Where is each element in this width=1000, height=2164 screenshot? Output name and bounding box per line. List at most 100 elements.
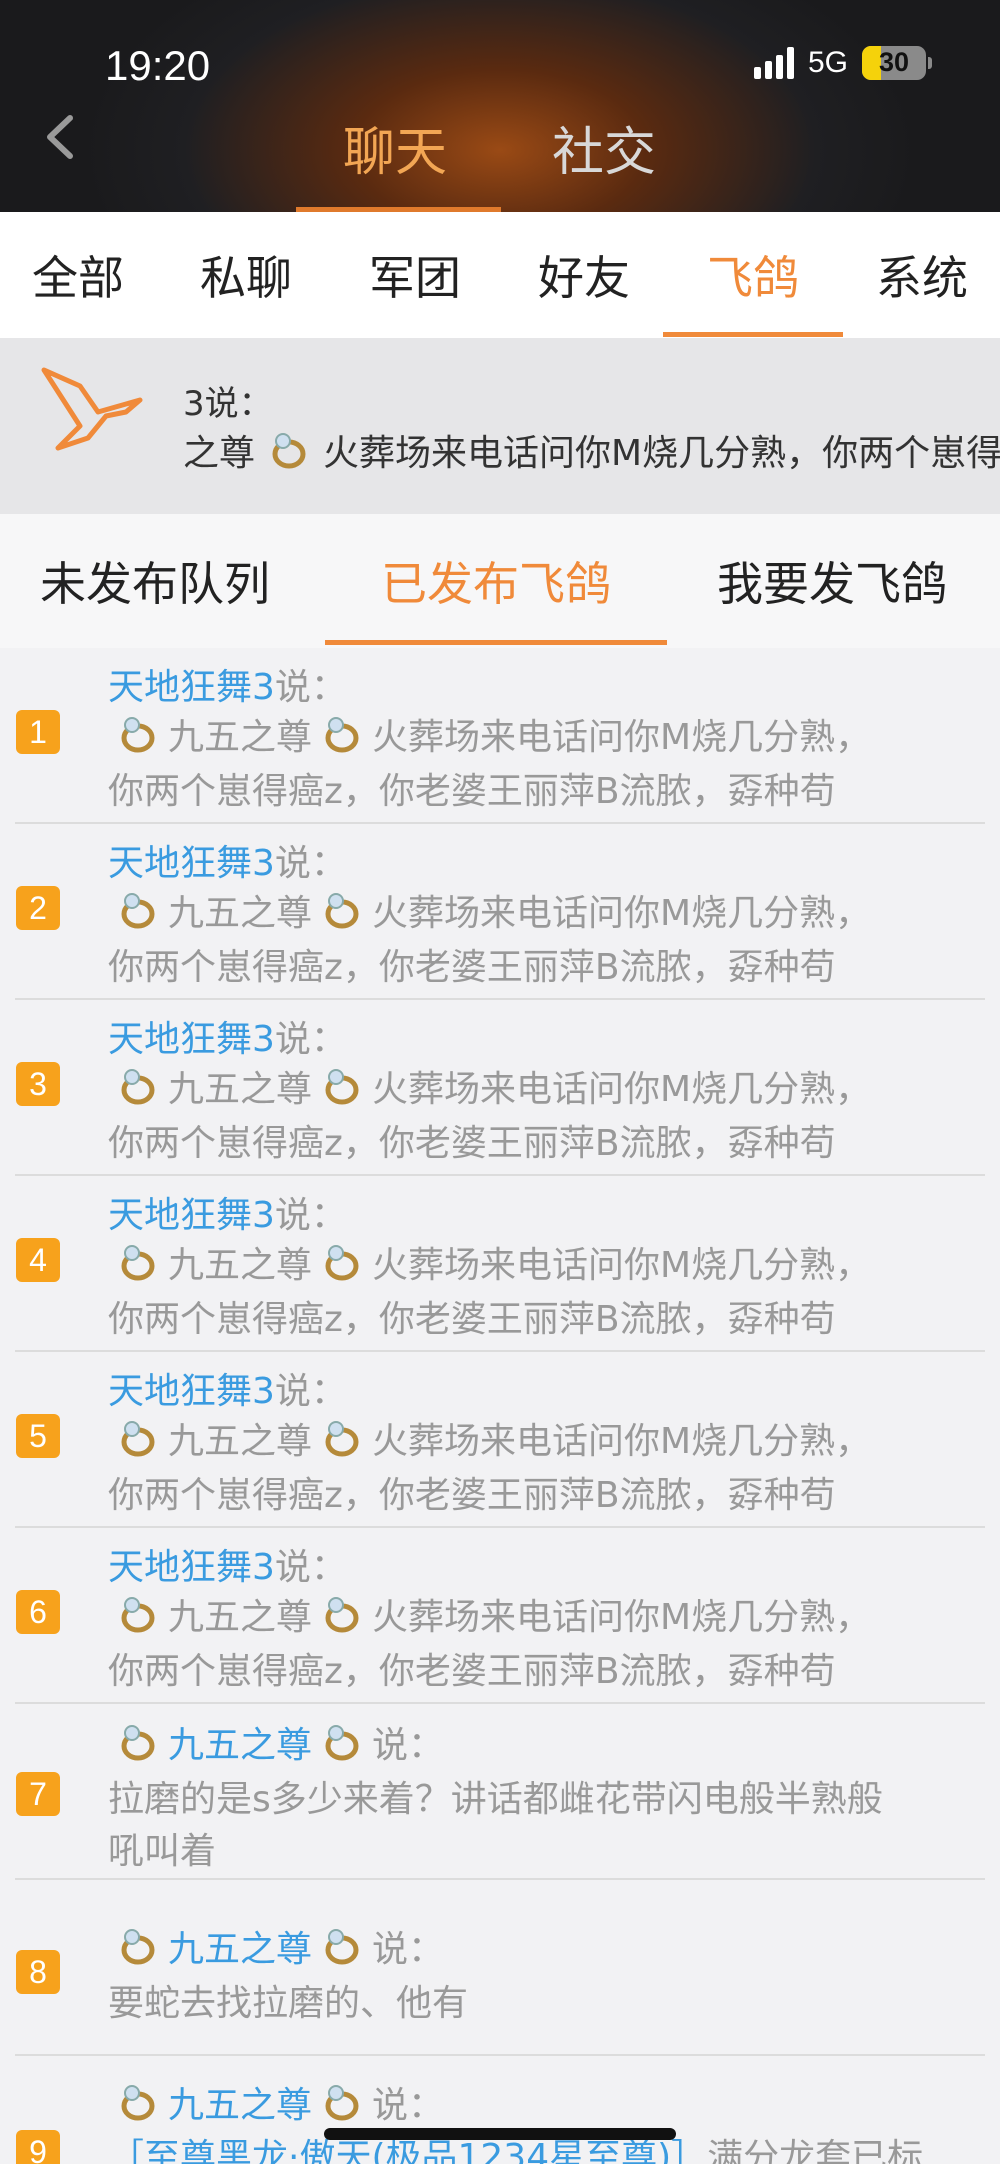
banner-name: 之尊	[183, 433, 256, 474]
status-indicators: 5G 30	[753, 46, 932, 80]
said-label: 说：	[372, 2085, 445, 2126]
message-text: 拉磨的是s多少来着？讲话都雌花带闪电般半熟般	[108, 1779, 883, 1820]
tab-system[interactable]: 系统	[876, 242, 968, 308]
ring-icon	[325, 2085, 359, 2121]
message-text-continued: 你两个崽得癌z，你老婆王丽萍B流脓，孬种苟	[108, 1123, 836, 1164]
said-label: 说：	[372, 1725, 445, 1766]
message-text: 要蛇去找拉磨的、他有	[108, 1983, 469, 2024]
list-item[interactable]: 天地狂舞3 说： 2 九五之尊 火葬场来电话问你M烧几分熟， 你两个崽得癌z，你老婆…	[0, 824, 1000, 1000]
said-label: 说：	[372, 1929, 445, 1970]
message-text-tail: 满分龙套已标	[707, 2137, 924, 2164]
rank-badge: 4	[16, 1238, 60, 1282]
sender-name[interactable]: 九五之尊	[168, 1920, 312, 1972]
list-item[interactable]: 天地狂舞3 说： 6 九五之尊 火葬场来电话问你M烧几分熟， 你两个崽得癌z，你老婆…	[0, 1528, 1000, 1704]
rank-badge: 2	[16, 886, 60, 930]
network-type: 5G	[807, 46, 848, 79]
author-name[interactable]: 天地狂舞3	[108, 1010, 275, 1062]
list-item[interactable]: 九五之尊 说： 9 ［至尊黑龙·傲天(极品1234星至尊)］满分龙套已标	[0, 2056, 1000, 2164]
ring-icon	[121, 2085, 155, 2121]
battery-tip	[928, 57, 932, 69]
tab-send-pigeon[interactable]: 我要发飞鸽	[717, 548, 947, 614]
rank-badge: 3	[16, 1062, 60, 1106]
message-text: 火葬场来电话问你M烧几分熟，	[372, 1245, 872, 1286]
signal-icon	[753, 47, 794, 79]
rank-badge: 5	[16, 1414, 60, 1458]
ring-icon	[325, 1929, 359, 1965]
sender-name: 九五之尊	[168, 717, 313, 758]
ring-icon	[325, 1725, 359, 1761]
sender-name: 九五之尊	[168, 893, 313, 934]
tab-friends[interactable]: 好友	[538, 242, 630, 308]
tab-all[interactable]: 全部	[32, 242, 124, 308]
ring-icon	[121, 1597, 155, 1633]
ring-icon	[325, 893, 359, 929]
ring-icon	[121, 1245, 155, 1281]
message-text-continued: 吼叫着	[108, 1831, 217, 1872]
tab-published-indicator	[325, 640, 667, 645]
ring-icon	[325, 1421, 359, 1457]
tab-published-pigeons[interactable]: 已发布飞鸽	[381, 548, 611, 614]
ring-icon	[325, 1597, 359, 1633]
author-name[interactable]: 天地狂舞3	[108, 1362, 275, 1414]
author-name[interactable]: 天地狂舞3	[108, 1538, 275, 1590]
message-text-continued: 你两个崽得癌z，你老婆王丽萍B流脓，孬种苟	[108, 771, 836, 812]
rank-badge: 9	[16, 2130, 60, 2164]
author-name[interactable]: 天地狂舞3	[108, 834, 275, 886]
ring-icon	[121, 717, 155, 753]
message-text: 火葬场来电话问你M烧几分熟，	[372, 1597, 872, 1638]
list-item[interactable]: 天地狂舞3 说： 1 九五之尊 火葬场来电话问你M烧几分熟， 你两个崽得癌z，你老婆…	[0, 648, 1000, 824]
message-text: 火葬场来电话问你M烧几分熟，	[372, 1421, 872, 1462]
sender-name[interactable]: 九五之尊	[168, 2076, 312, 2128]
banner-message: 火葬场来电话问你M烧几分熟，你两个崽得癌z	[323, 433, 1000, 474]
said-label: 说：	[274, 1371, 347, 1412]
rank-badge: 7	[16, 1772, 60, 1816]
message-text-continued: 你两个崽得癌z，你老婆王丽萍B流脓，孬种苟	[108, 1651, 836, 1692]
tab-private[interactable]: 私聊	[200, 242, 292, 308]
pigeon-icon	[41, 367, 143, 451]
tab-unpublished-queue[interactable]: 未发布队列	[40, 548, 270, 614]
said-label: 说：	[274, 1019, 347, 1060]
ring-icon	[121, 1069, 155, 1105]
ring-icon	[272, 433, 306, 469]
tab-legion[interactable]: 军团	[369, 242, 461, 308]
tab-chat[interactable]: 聊天	[343, 110, 447, 185]
home-indicator[interactable]	[324, 2128, 676, 2140]
message-text-continued: 你两个崽得癌z，你老婆王丽萍B流脓，孬种苟	[108, 1299, 836, 1340]
battery-icon: 30	[862, 46, 926, 80]
item-link[interactable]: ［至尊黑龙·傲天(极品1234星至尊)］	[108, 2137, 707, 2164]
said-label: 说：	[274, 667, 347, 708]
sender-name: 九五之尊	[168, 1597, 313, 1638]
ring-icon	[121, 1725, 155, 1761]
list-item[interactable]: 天地狂舞3 说： 5 九五之尊 火葬场来电话问你M烧几分熟， 你两个崽得癌z，你老婆…	[0, 1352, 1000, 1528]
list-item[interactable]: 九五之尊 说： 7 拉磨的是s多少来着？讲话都雌花带闪电般半熟般 吼叫着	[0, 1704, 1000, 1880]
tab-pigeon-indicator	[663, 332, 843, 337]
tab-pigeon[interactable]: 飞鸽	[707, 242, 799, 308]
message-text: 火葬场来电话问你M烧几分熟，	[372, 1069, 872, 1110]
author-name[interactable]: 天地狂舞3	[108, 658, 275, 710]
said-label: 说：	[274, 843, 347, 884]
ring-icon	[121, 1421, 155, 1457]
back-arrow-icon[interactable]	[40, 112, 80, 162]
ring-icon	[121, 1929, 155, 1965]
ring-icon	[325, 1245, 359, 1281]
sender-name[interactable]: 九五之尊	[168, 1716, 312, 1768]
ring-icon	[121, 893, 155, 929]
said-label: 说：	[274, 1195, 347, 1236]
list-item[interactable]: 天地狂舞3 说： 4 九五之尊 火葬场来电话问你M烧几分熟， 你两个崽得癌z，你老婆…	[0, 1176, 1000, 1352]
message-text: 火葬场来电话问你M烧几分熟，	[372, 717, 872, 758]
sender-name: 九五之尊	[168, 1069, 313, 1110]
list-item[interactable]: 九五之尊 说： 8 要蛇去找拉磨的、他有	[0, 1880, 1000, 2056]
message-text-continued: 你两个崽得癌z，你老婆王丽萍B流脓，孬种苟	[108, 1475, 836, 1516]
tab-social[interactable]: 社交	[552, 110, 656, 185]
rank-badge: 1	[16, 710, 60, 754]
ring-icon	[325, 717, 359, 753]
banner-message-line: 之尊 火葬场来电话问你M烧几分熟，你两个崽得癌z	[183, 424, 1000, 476]
ring-icon	[325, 1069, 359, 1105]
battery-level: 30	[878, 47, 910, 77]
pigeon-broadcast-banner[interactable]: 3说： 之尊 火葬场来电话问你M烧几分熟，你两个崽得癌z	[0, 338, 1000, 514]
sender-name: 九五之尊	[168, 1245, 313, 1286]
pigeon-section-tabs: 未发布队列 已发布飞鸽 我要发飞鸽	[0, 514, 1000, 648]
list-item[interactable]: 天地狂舞3 说： 3 九五之尊 火葬场来电话问你M烧几分熟， 你两个崽得癌z，你老婆…	[0, 1000, 1000, 1176]
author-name[interactable]: 天地狂舞3	[108, 1186, 275, 1238]
message-text-continued: 你两个崽得癌z，你老婆王丽萍B流脓，孬种苟	[108, 947, 836, 988]
